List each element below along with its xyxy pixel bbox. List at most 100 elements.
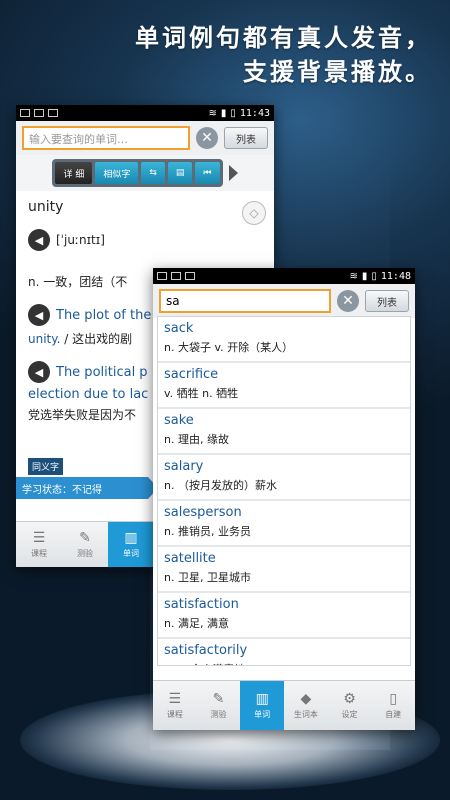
nav-quiz[interactable]: ✎ 测验: [62, 522, 108, 567]
example-text-1: The plot of the: [56, 307, 152, 323]
search-row: 输入要查询的单词… ✕ 列表: [16, 121, 274, 155]
nav-words[interactable]: ▥ 单词: [240, 681, 285, 730]
speaker-icon[interactable]: ◀: [28, 229, 50, 251]
word-title: unity: [28, 199, 64, 215]
result-word: satisfactorily: [164, 643, 248, 658]
search-row: sa ✕ 列表: [153, 284, 415, 318]
list-icon: ☰: [168, 690, 182, 707]
bottom-nav: ☰ 课程 ✎ 测验 ▥ 单词 ◆ 生词本 ⚙ 设定 ▯ 自建: [153, 680, 415, 730]
tag-icon: ◆: [300, 690, 312, 707]
detail-toolbar: 详 细 相似字 ⇆ ▤ ⏮: [16, 155, 274, 191]
close-icon: ✕: [201, 130, 213, 146]
list-item[interactable]: satisfactorilyadv. 令人满意地: [158, 639, 410, 665]
search-input[interactable]: sa: [159, 289, 331, 313]
nav-label: 单词: [254, 709, 271, 719]
list-item[interactable]: sake n. 理由, 缘故: [158, 409, 410, 453]
front-phone-screen: ≋ ▮ ▯ 11:48 sa ✕ 列表 sack n. 大袋子 v. 开除（某人）…: [153, 268, 415, 730]
swap-icon[interactable]: ⇆: [141, 162, 165, 184]
result-meaning: n. 卫星, 卫星城市: [164, 571, 251, 584]
list-item[interactable]: salesperson n. 推销员, 业务员: [158, 501, 410, 545]
bookmark-tag-icon[interactable]: ◇: [242, 201, 266, 225]
list-item[interactable]: sacrifice v. 牺牲 n. 牺牲: [158, 363, 410, 407]
promo-line-1: 单词例句都有真人发音，: [135, 24, 432, 52]
synonym-badge[interactable]: 同义字: [28, 458, 64, 475]
speaker-icon[interactable]: ◀: [28, 304, 50, 326]
search-input[interactable]: 输入要查询的单词…: [22, 126, 190, 150]
nav-quiz[interactable]: ✎ 测验: [197, 681, 241, 730]
nav-label: 设定: [341, 709, 358, 719]
similar-words-button[interactable]: 相似字: [95, 162, 139, 184]
toolbar-buttons: 详 细 相似字 ⇆ ▤ ⏮: [52, 159, 223, 187]
example-tail-1: unity.: [28, 332, 61, 346]
pronunciation-row: ◀ [ˈjuːnɪtɪ]: [16, 215, 274, 251]
status-bar: ≋ ▮ ▯ 11:48: [153, 268, 415, 284]
list-button[interactable]: 列表: [365, 290, 409, 312]
result-meaning: n. 推销员, 业务员: [164, 525, 251, 538]
nav-label: 自建: [385, 709, 402, 719]
nav-label: 单词: [123, 548, 139, 558]
study-status[interactable]: 学习状态：不记得: [16, 477, 158, 499]
list-item[interactable]: satisfaction n. 满足, 满意: [158, 593, 410, 637]
detail-button[interactable]: 详 细: [55, 162, 93, 184]
result-word: sack: [164, 321, 194, 336]
list-item[interactable]: sack n. 大袋子 v. 开除（某人）: [158, 317, 410, 361]
notification-icon: [34, 109, 44, 117]
notification-icon: [48, 109, 58, 117]
result-meaning: n. （按月发放的）薪水: [164, 479, 277, 492]
nav-courses[interactable]: ☰ 课程: [16, 522, 62, 567]
notes-icon[interactable]: ▤: [167, 162, 193, 184]
battery-icon: ▯: [371, 270, 377, 282]
status-bar: ≋ ▮ ▯ 11:43: [16, 105, 274, 121]
result-word: satisfaction: [164, 597, 239, 612]
result-meaning: n. 满足, 满意: [164, 617, 229, 630]
list-item[interactable]: satellite n. 卫星, 卫星城市: [158, 547, 410, 591]
notification-icon: [20, 109, 30, 117]
signal-icon: ▮: [361, 270, 368, 282]
nav-label: 课程: [31, 548, 47, 558]
nav-label: 课程: [166, 709, 183, 719]
status-time: 11:48: [380, 270, 411, 282]
clear-button[interactable]: ✕: [337, 290, 359, 312]
result-meaning: adv. 令人满意地: [164, 658, 404, 665]
nav-settings[interactable]: ⚙ 设定: [328, 681, 372, 730]
result-meaning: n. 理由, 缘故: [164, 433, 229, 446]
example-text-2: The political p: [56, 364, 148, 380]
nav-words[interactable]: ▥ 单词: [108, 522, 154, 567]
nav-label: 生词本: [293, 709, 318, 719]
notification-icon: [157, 272, 167, 280]
result-word: salesperson: [164, 505, 242, 520]
book-icon: ▥: [124, 529, 138, 546]
nav-courses[interactable]: ☰ 课程: [153, 681, 197, 730]
signal-icon: ▮: [220, 107, 227, 119]
next-arrow-icon[interactable]: [228, 165, 238, 181]
close-icon: ✕: [342, 293, 354, 309]
notification-icon: [185, 272, 195, 280]
nav-wordbook[interactable]: ◆ 生词本: [284, 681, 328, 730]
promo-line-2: 支援背景播放。: [243, 58, 432, 86]
gear-icon: ⚙: [343, 690, 356, 707]
result-meaning: v. 牺牲 n. 牺牲: [164, 387, 239, 400]
result-word: salary: [164, 459, 204, 474]
list-button[interactable]: 列表: [224, 127, 268, 149]
nav-custom[interactable]: ▯ 自建: [371, 681, 415, 730]
result-word: sacrifice: [164, 367, 219, 382]
first-page-icon[interactable]: ⏮: [195, 162, 220, 184]
result-meaning: n. 大袋子 v. 开除（某人）: [164, 341, 294, 354]
clear-button[interactable]: ✕: [196, 127, 218, 149]
results-list[interactable]: sack n. 大袋子 v. 开除（某人） sacrifice v. 牺牲 n. 牺…: [157, 316, 411, 666]
result-word: sake: [164, 413, 194, 428]
result-word: satellite: [164, 551, 216, 566]
notebook-icon: ▯: [389, 690, 398, 707]
battery-icon: ▯: [230, 107, 236, 119]
phonetic: [ˈjuːnɪtɪ]: [56, 233, 105, 247]
nav-label: 测验: [210, 709, 227, 719]
speaker-icon[interactable]: ◀: [28, 361, 50, 383]
quiz-icon: ✎: [79, 529, 91, 546]
list-icon: ☰: [32, 529, 46, 546]
book-icon: ▥: [255, 690, 269, 707]
list-item[interactable]: salary n. （按月发放的）薪水: [158, 455, 410, 499]
status-time: 11:43: [239, 107, 270, 119]
example-translation-text-1: / 这出戏的剧: [64, 332, 133, 346]
wifi-icon: ≋: [208, 107, 217, 119]
notification-icon: [171, 272, 181, 280]
